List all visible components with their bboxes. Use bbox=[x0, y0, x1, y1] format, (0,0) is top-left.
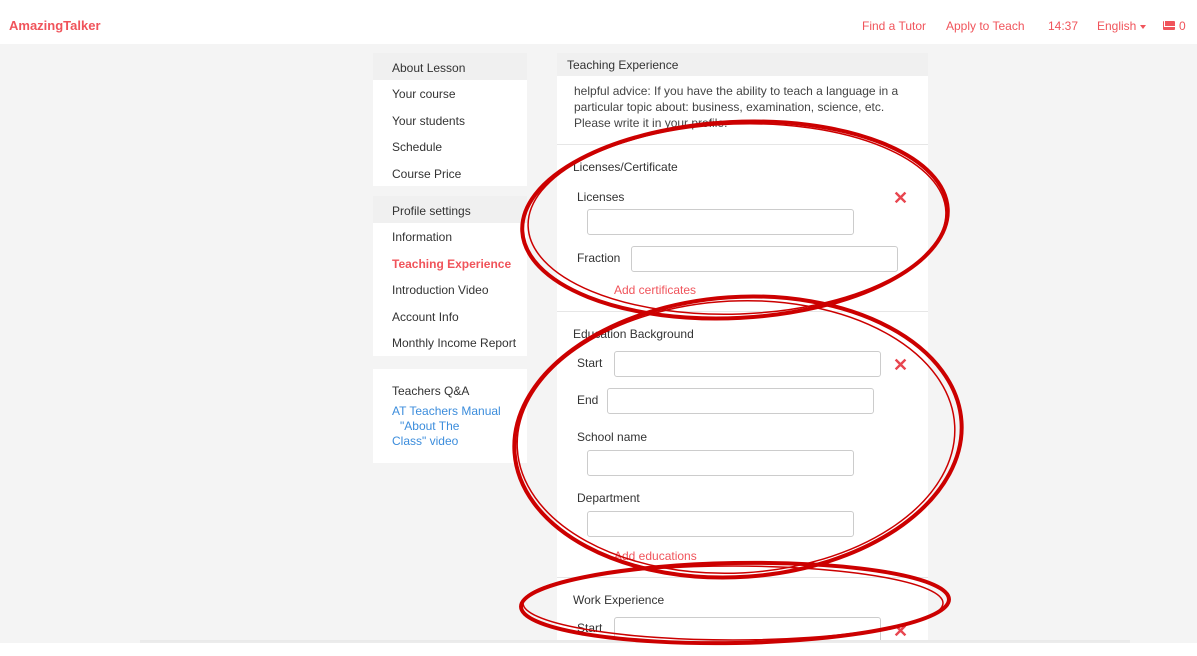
panel-title: Teaching Experience bbox=[557, 53, 928, 76]
apply-teach-link[interactable]: Apply to Teach bbox=[946, 19, 1025, 33]
remove-license-icon[interactable]: ✕ bbox=[893, 189, 908, 207]
add-educations-link[interactable]: Add educations bbox=[614, 549, 697, 563]
language-label: English bbox=[1097, 19, 1137, 33]
licenses-section-title: Licenses/Certificate bbox=[573, 160, 678, 174]
school-name-label: School name bbox=[577, 430, 648, 444]
work-section-title: Work Experience bbox=[573, 593, 665, 607]
department-label: Department bbox=[577, 491, 640, 505]
find-tutor-link[interactable]: Find a Tutor bbox=[862, 19, 926, 33]
sidebar-item-course-price[interactable]: Course Price bbox=[373, 160, 527, 187]
qa-link-about-class-1[interactable]: "About The bbox=[373, 419, 527, 434]
divider bbox=[557, 311, 928, 312]
sidebar-lesson-card: About Lesson Your course Your students S… bbox=[373, 53, 527, 186]
top-nav: AmazingTalker Find a Tutor Apply to Teac… bbox=[0, 0, 1197, 44]
sidebar-item-teaching-experience[interactable]: Teaching Experience bbox=[373, 250, 527, 277]
qa-link-manual[interactable]: AT Teachers Manual bbox=[373, 398, 527, 419]
teaching-experience-panel: Teaching Experience helpful advice: If y… bbox=[557, 53, 928, 656]
work-start-label: Start bbox=[577, 621, 603, 635]
education-start-label: Start bbox=[577, 356, 603, 370]
fraction-input[interactable] bbox=[631, 246, 898, 272]
clock-time: 14:37 bbox=[1048, 19, 1079, 33]
licenses-label: Licenses bbox=[577, 190, 625, 204]
education-start-input[interactable] bbox=[614, 351, 881, 377]
add-certificates-link[interactable]: Add certificates bbox=[614, 283, 696, 297]
bottom-strip bbox=[0, 643, 1197, 656]
sidebar-head-lesson: About Lesson bbox=[373, 53, 527, 80]
remove-education-icon[interactable]: ✕ bbox=[893, 356, 908, 374]
licenses-input[interactable] bbox=[587, 209, 854, 235]
language-dropdown[interactable]: English bbox=[1097, 19, 1147, 33]
qa-title: Teachers Q&A bbox=[392, 384, 470, 398]
education-section-title: Education Background bbox=[573, 327, 694, 341]
sidebar-profile-card: Profile settings Information Teaching Ex… bbox=[373, 196, 527, 356]
sidebar-item-schedule[interactable]: Schedule bbox=[373, 133, 527, 160]
sidebar-qa-card: Teachers Q&A AT Teachers Manual "About T… bbox=[373, 369, 527, 463]
fraction-label: Fraction bbox=[577, 251, 621, 265]
divider bbox=[557, 577, 928, 578]
education-end-label: End bbox=[577, 393, 599, 407]
qa-link-about-class-2[interactable]: Class" video bbox=[373, 434, 527, 449]
divider bbox=[557, 144, 928, 145]
sidebar-item-introduction-video[interactable]: Introduction Video bbox=[373, 276, 527, 303]
mail-count-badge: 0 bbox=[1179, 19, 1186, 33]
sidebar-head-profile: Profile settings bbox=[373, 196, 527, 223]
sidebar-item-your-course[interactable]: Your course bbox=[373, 80, 527, 107]
sidebar-item-information[interactable]: Information bbox=[373, 223, 527, 250]
chevron-down-icon bbox=[1140, 24, 1147, 29]
sidebar-item-account-info[interactable]: Account Info bbox=[373, 303, 527, 330]
remove-work-icon[interactable]: ✕ bbox=[893, 622, 908, 640]
school-name-input[interactable] bbox=[587, 450, 854, 476]
sidebar-item-your-students[interactable]: Your students bbox=[373, 107, 527, 134]
brand-logo[interactable]: AmazingTalker bbox=[9, 18, 101, 33]
mail-icon[interactable] bbox=[1163, 21, 1175, 30]
helpful-advice-text: helpful advice: If you have the ability … bbox=[574, 84, 899, 130]
education-end-input[interactable] bbox=[607, 388, 874, 414]
sidebar-item-monthly-income[interactable]: Monthly Income Report bbox=[373, 329, 527, 356]
department-input[interactable] bbox=[587, 511, 854, 537]
